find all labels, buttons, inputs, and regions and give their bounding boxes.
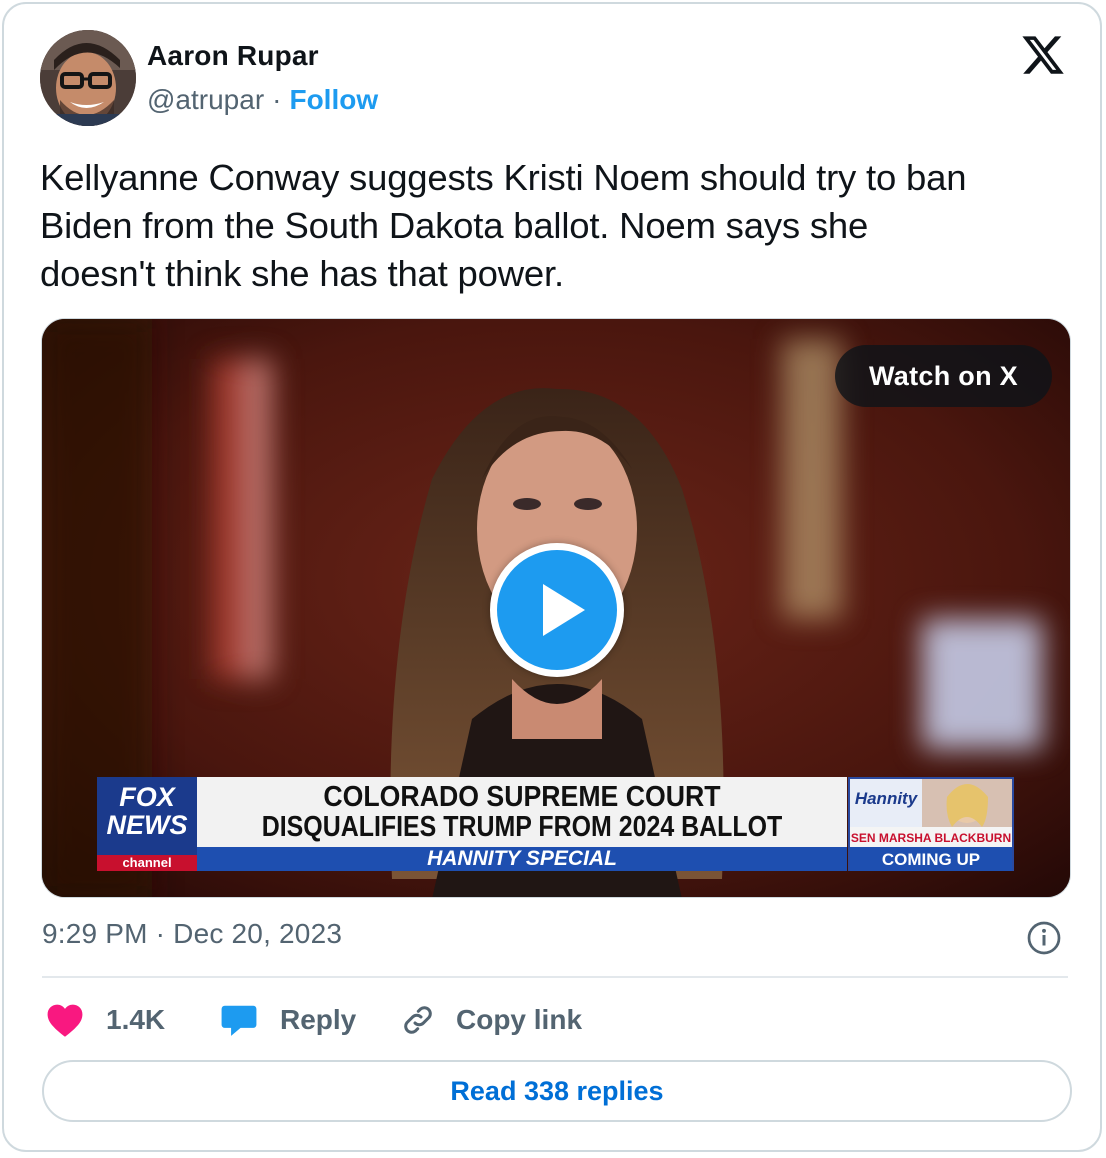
separator: ·: [272, 84, 282, 115]
promo-logo: Hannity: [854, 789, 918, 808]
network-line1: FOX: [119, 782, 175, 812]
copy-link-button[interactable]: Copy link: [400, 1000, 582, 1040]
play-button[interactable]: [490, 543, 624, 677]
author-name[interactable]: Aaron Rupar: [147, 40, 319, 72]
author-handle[interactable]: @atrupar: [147, 84, 264, 115]
lower-third: FOX NEWS channel COLORADO SUPREME COURT …: [97, 777, 1014, 871]
x-logo-icon[interactable]: [1020, 32, 1066, 78]
avatar[interactable]: [40, 30, 136, 126]
reply-button[interactable]: Reply: [220, 1000, 356, 1040]
network-line2: NEWS: [106, 810, 188, 840]
heart-icon: [47, 1004, 83, 1037]
copy-link-label: Copy link: [456, 1004, 583, 1035]
speech-bubble-icon: [221, 1005, 257, 1036]
info-icon[interactable]: [1026, 920, 1062, 956]
timestamp[interactable]: 9:29 PM · Dec 20, 2023: [42, 918, 342, 950]
like-count: 1.4K: [106, 1004, 166, 1035]
handle-row: @atrupar · Follow: [147, 84, 378, 116]
tweet-card: Aaron Rupar @atrupar · Follow Kellyanne Co…: [2, 2, 1102, 1152]
network-line3: channel: [122, 855, 172, 870]
video-player[interactable]: FOX NEWS channel COLORADO SUPREME COURT …: [41, 318, 1071, 898]
read-replies-button[interactable]: Read 338 replies: [42, 1060, 1072, 1122]
divider: [42, 976, 1068, 978]
watch-on-x-button[interactable]: Watch on X: [835, 345, 1052, 407]
play-icon: [543, 584, 585, 636]
link-icon: [404, 1006, 432, 1034]
headline-line2: DISQUALIFIES TRUMP FROM 2024 BALLOT: [261, 811, 783, 843]
avatar-image: [40, 30, 136, 126]
network-logo: FOX NEWS channel: [97, 777, 197, 871]
promo-line1: SEN MARSHA BLACKBURN: [850, 831, 1012, 845]
show-bar: HANNITY SPECIAL: [427, 847, 617, 870]
follow-button[interactable]: Follow: [289, 84, 378, 115]
tweet-text: Kellyanne Conway suggests Kristi Noem sh…: [40, 157, 967, 294]
headline-line1: COLORADO SUPREME COURT: [323, 781, 721, 813]
like-button[interactable]: 1.4K: [46, 1000, 165, 1040]
reply-label: Reply: [280, 1004, 357, 1035]
promo-line2: COMING UP: [881, 850, 981, 869]
